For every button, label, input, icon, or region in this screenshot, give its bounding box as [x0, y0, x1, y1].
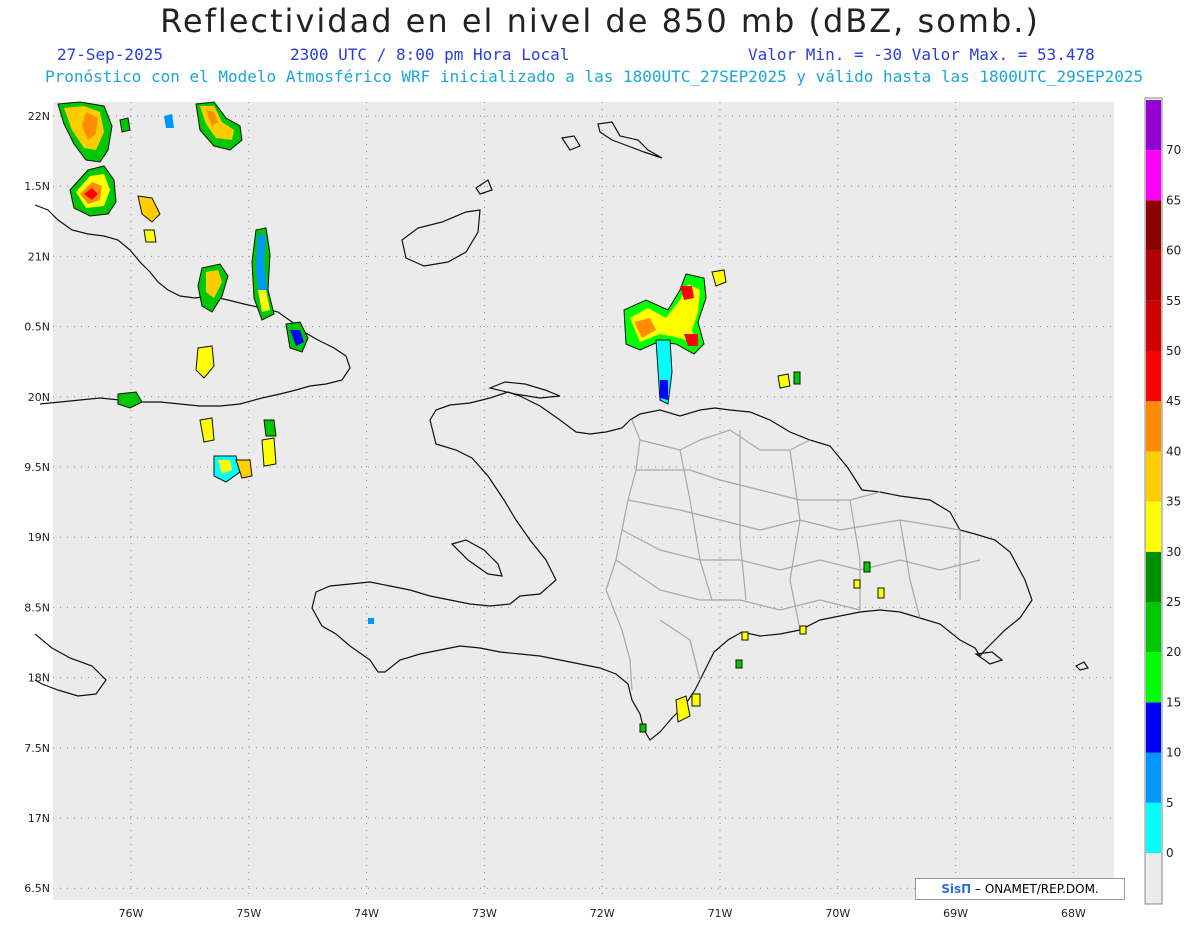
- reflectivity-cell: [368, 618, 374, 624]
- reflectivity-cell: [691, 693, 701, 707]
- colorbar-segment: [1146, 250, 1161, 301]
- reflectivity-cell: [263, 419, 277, 437]
- reflectivity-cell: [877, 587, 885, 599]
- colorbar-label: 45: [1166, 394, 1181, 408]
- credit-text: – ONAMET/REP.DOM.: [975, 882, 1099, 896]
- colorbar-label: 65: [1166, 193, 1181, 207]
- latitude-label: 1.5N: [24, 180, 50, 193]
- latitude-label: 17N: [28, 812, 50, 825]
- latitude-label: 0.5N: [24, 321, 50, 334]
- latitude-label: 7.5N: [24, 742, 50, 755]
- colorbar-label: 50: [1166, 344, 1181, 358]
- latitude-label: 20N: [28, 391, 50, 404]
- colorbar-label: 0: [1166, 846, 1174, 860]
- colorbar-segment: [1146, 752, 1161, 803]
- reflectivity-cell: [853, 579, 861, 589]
- longitude-label: 75W: [236, 907, 261, 920]
- latitude-label: 9.5N: [24, 461, 50, 474]
- reflectivity-cell: [863, 561, 871, 573]
- colorbar-segment: [1146, 300, 1161, 351]
- colorbar-label: 30: [1166, 545, 1181, 559]
- reflectivity-cell: [741, 631, 749, 641]
- reflectivity-cell: [793, 371, 801, 385]
- colorbar-segment: [1146, 401, 1161, 452]
- time-label: 2300 UTC / 8:00 pm Hora Local: [290, 45, 570, 64]
- latitude-label: 22N: [28, 110, 50, 123]
- latitude-label: 21N: [28, 250, 50, 263]
- min-max-label: Valor Min. = -30 Valor Max. = 53.478: [748, 45, 1095, 64]
- colorbar-segment: [1146, 351, 1161, 402]
- longitude-label: 72W: [590, 907, 615, 920]
- colorbar: 0 5 10 15 20 25 30 35 40 45 50 55 60 65 70: [1146, 100, 1181, 860]
- colorbar-label: 55: [1166, 294, 1181, 308]
- longitude-label: 73W: [472, 907, 497, 920]
- longitude-labels: 76W 75W 74W 73W 72W 71W 70W 69W 68W: [119, 907, 1086, 920]
- latitude-label: 8.5N: [24, 601, 50, 614]
- reflectivity-cell: [799, 625, 807, 635]
- latitude-label: 6.5N: [24, 882, 50, 895]
- forecast-info: Pronóstico con el Modelo Atmosférico WRF…: [45, 67, 1144, 86]
- reflectivity-cell: [735, 659, 743, 669]
- longitude-label: 69W: [943, 907, 968, 920]
- map-canvas: 22N1.5N21N0.5N20N9.5N19N8.5N18N7.5N17N6.…: [24, 97, 1181, 920]
- colorbar-label: 5: [1166, 796, 1174, 810]
- longitude-label: 70W: [825, 907, 850, 920]
- longitude-label: 74W: [354, 907, 379, 920]
- colorbar-segment: [1146, 501, 1161, 552]
- colorbar-segment: [1146, 652, 1161, 703]
- colorbar-label: 15: [1166, 695, 1181, 709]
- longitude-label: 71W: [708, 907, 733, 920]
- colorbar-label: 20: [1166, 645, 1181, 659]
- colorbar-segment: [1146, 100, 1161, 151]
- latitude-labels: 22N1.5N21N0.5N20N9.5N19N8.5N18N7.5N17N6.…: [24, 110, 50, 895]
- colorbar-label: 40: [1166, 444, 1181, 458]
- sispi-logo: SisΠ: [941, 882, 972, 896]
- date-label: 27-Sep-2025: [57, 45, 163, 64]
- reflectivity-cell: [261, 437, 277, 467]
- longitude-label: 68W: [1061, 907, 1086, 920]
- colorbar-label: 35: [1166, 495, 1181, 509]
- credit-box: SisΠ – ONAMET/REP.DOM.: [915, 878, 1125, 900]
- colorbar-segment: [1146, 200, 1161, 251]
- colorbar-label: 10: [1166, 746, 1181, 760]
- reflectivity-cell: [660, 380, 668, 400]
- colorbar-label: 70: [1166, 143, 1181, 157]
- map-area: [53, 102, 1114, 900]
- reflectivity-cell: [143, 229, 157, 243]
- colorbar-segment: [1146, 150, 1161, 201]
- longitude-label: 76W: [119, 907, 144, 920]
- reflectivity-cell: [777, 373, 791, 389]
- reflectivity-cell: [639, 723, 647, 733]
- colorbar-segment: [1146, 551, 1161, 602]
- colorbar-segment: [1146, 802, 1161, 853]
- colorbar-label: 25: [1166, 595, 1181, 609]
- colorbar-segment: [1146, 702, 1161, 753]
- colorbar-segment: [1146, 451, 1161, 502]
- map-title: Reflectividad en el nivel de 850 mb (dBZ…: [160, 2, 1040, 40]
- latitude-label: 19N: [28, 531, 50, 544]
- reflectivity-cell: [119, 117, 131, 133]
- colorbar-label: 60: [1166, 244, 1181, 258]
- colorbar-segment: [1146, 602, 1161, 653]
